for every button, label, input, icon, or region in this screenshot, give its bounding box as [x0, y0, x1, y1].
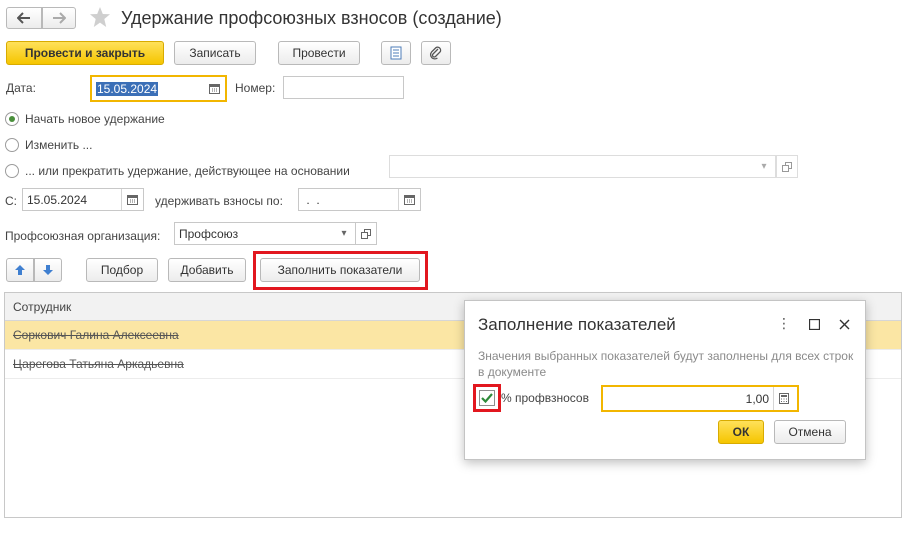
dialog-note: Значения выбранных показателей будут зап…: [478, 349, 854, 379]
radio-new-deduction[interactable]: [5, 112, 19, 126]
back-button[interactable]: [6, 7, 42, 29]
ok-button[interactable]: ОК: [718, 420, 764, 444]
move-down-button[interactable]: [34, 258, 62, 282]
chevron-down-icon[interactable]: ▾: [333, 223, 355, 244]
arrow-down-icon: [43, 265, 53, 275]
date-label: Дата:: [6, 81, 36, 95]
calendar-icon: [127, 195, 138, 205]
open-basis-button[interactable]: [776, 155, 798, 178]
open-org-button[interactable]: [355, 222, 377, 245]
more-icon[interactable]: ⋮: [777, 315, 791, 332]
basis-select[interactable]: ▾: [389, 155, 776, 178]
arrow-up-icon: [15, 265, 25, 275]
chevron-down-icon[interactable]: ▾: [753, 156, 775, 177]
number-input[interactable]: [283, 76, 404, 99]
date-field[interactable]: 15.05.2024: [90, 75, 227, 102]
arrow-left-icon: [17, 12, 30, 24]
report-button[interactable]: [381, 41, 411, 65]
from-date-field[interactable]: 15.05.2024: [22, 188, 144, 211]
employee-name: Царегова Татьяна Аркадьевна: [13, 357, 184, 371]
until-date-field[interactable]: . .: [298, 188, 421, 211]
employee-name: Соркович Галина Алексеевна: [13, 328, 179, 342]
arrow-right-icon: [53, 12, 66, 24]
radio-stop-deduction[interactable]: [5, 164, 19, 178]
page-title: Удержание профсоюзных взносов (создание): [121, 8, 502, 28]
paperclip-icon: [429, 46, 442, 60]
list-icon: [390, 46, 402, 60]
open-window-icon: [361, 228, 371, 239]
open-window-icon: [782, 161, 792, 172]
pick-button[interactable]: Подбор: [86, 258, 158, 282]
radio-change-label[interactable]: Изменить ...: [25, 138, 92, 152]
add-button[interactable]: Добавить: [168, 258, 246, 282]
org-select[interactable]: Профсоюз ▾: [174, 222, 356, 245]
forward-button[interactable]: [42, 7, 76, 29]
org-label: Профсоюзная организация:: [5, 229, 161, 243]
highlight-frame: [253, 251, 428, 290]
save-button[interactable]: Записать: [174, 41, 256, 65]
fill-indicators-dialog: Заполнение показателей ⋮ Значения выбран…: [464, 300, 866, 460]
move-up-button[interactable]: [6, 258, 34, 282]
close-icon[interactable]: [839, 317, 850, 333]
until-label: удерживать взносы по:: [155, 194, 283, 208]
maximize-icon[interactable]: [808, 317, 821, 333]
calendar-button[interactable]: [203, 77, 225, 100]
from-label: С:: [5, 194, 17, 208]
calendar-icon: [404, 195, 415, 205]
calculator-button[interactable]: [773, 387, 793, 410]
attach-button[interactable]: [421, 41, 451, 65]
checkbox-highlight-frame: [473, 384, 501, 412]
radio-new-label[interactable]: Начать новое удержание: [25, 112, 165, 126]
favorite-star-icon[interactable]: [89, 6, 111, 28]
date-value: 15.05.2024: [96, 81, 159, 96]
indicator-value-input[interactable]: 1,00: [601, 385, 799, 412]
indicator-label: % профвзносов: [501, 391, 589, 405]
number-label: Номер:: [235, 81, 276, 95]
dialog-title: Заполнение показателей: [478, 315, 676, 334]
until-calendar-button[interactable]: [398, 189, 420, 210]
cancel-button[interactable]: Отмена: [774, 420, 846, 444]
post-and-close-button[interactable]: Провести и закрыть: [6, 41, 164, 65]
calendar-icon: [208, 84, 220, 94]
calculator-icon: [778, 393, 789, 404]
post-button[interactable]: Провести: [278, 41, 360, 65]
radio-stop-label[interactable]: ... или прекратить удержание, действующе…: [25, 164, 350, 178]
radio-change-deduction[interactable]: [5, 138, 19, 152]
from-calendar-button[interactable]: [121, 189, 143, 210]
